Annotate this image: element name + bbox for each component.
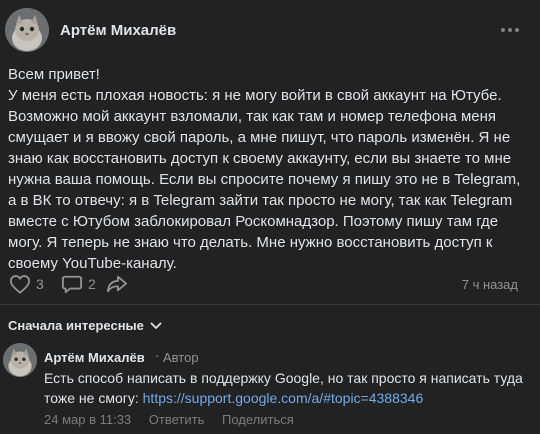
post-paragraph: У меня есть плохая новость: я не могу во… xyxy=(8,87,502,104)
divider xyxy=(0,304,540,305)
share-comment-button[interactable]: Поделиться xyxy=(222,412,294,427)
more-icon[interactable] xyxy=(501,22,523,38)
chevron-down-icon xyxy=(150,322,162,329)
author-avatar[interactable] xyxy=(5,8,49,52)
author-badge: Автор xyxy=(163,350,199,365)
post-paragraph: Возможно мой аккаунт взломали, так как т… xyxy=(8,108,521,272)
share-icon xyxy=(107,275,127,293)
comment-date[interactable]: 24 мар в 11:33 xyxy=(44,412,131,427)
comments-sort-dropdown[interactable]: Сначала интересные xyxy=(8,318,162,333)
post-timestamp[interactable]: 7 ч назад xyxy=(462,277,518,292)
sort-label: Сначала интересные xyxy=(8,318,144,333)
post-text: Всем привет! У меня есть плохая новость:… xyxy=(8,64,528,274)
reply-button[interactable]: Ответить xyxy=(149,412,205,427)
like-icon xyxy=(9,275,31,294)
comment-text: Есть способ написать в поддержку Google,… xyxy=(44,368,534,408)
like-button[interactable]: 3 xyxy=(9,272,44,296)
comment-item: Артём Михалёв · Автор Есть способ написа… xyxy=(0,340,540,434)
separator-dot: · xyxy=(155,348,160,363)
post-header: Артём Михалёв xyxy=(0,0,540,60)
comment-button[interactable]: 2 xyxy=(61,272,96,296)
comment-author[interactable]: Артём Михалёв xyxy=(44,350,145,365)
author-name[interactable]: Артём Михалёв xyxy=(60,22,176,39)
like-count: 3 xyxy=(36,276,44,292)
share-button[interactable] xyxy=(106,272,128,296)
comment-icon xyxy=(62,275,82,294)
post-paragraph: Всем привет! xyxy=(8,66,100,83)
comment-avatar[interactable] xyxy=(3,343,37,377)
comment-count: 2 xyxy=(88,276,96,292)
post-actions: 3 2 7 ч назад xyxy=(0,270,540,298)
comment-link[interactable]: https://support.google.com/a/#topic=4388… xyxy=(143,390,424,406)
comment-meta: 24 мар в 11:33 Ответить Поделиться xyxy=(44,412,308,427)
